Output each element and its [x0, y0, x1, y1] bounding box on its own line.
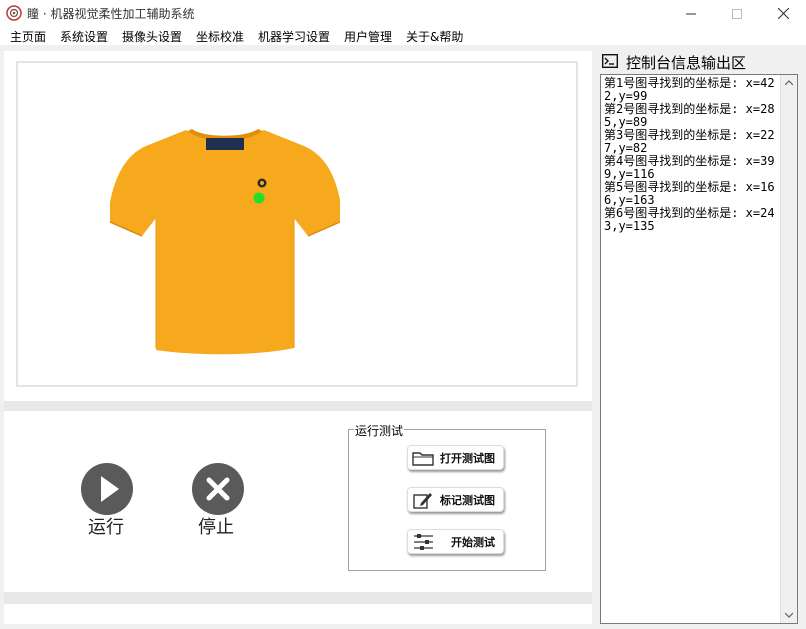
console-line: 第4号图寻找到的坐标是: x=399,y=116 — [604, 154, 775, 181]
console-output[interactable]: 第1号图寻找到的坐标是: x=422,y=99 第2号图寻找到的坐标是: x=2… — [600, 74, 798, 624]
console-line: 第2号图寻找到的坐标是: x=285,y=89 — [604, 102, 775, 129]
play-icon — [101, 476, 119, 502]
chevron-up-icon — [785, 80, 793, 86]
mark-test-image-button[interactable]: 标记测试图 — [407, 487, 504, 512]
tshirt-image — [109, 129, 341, 355]
window-title: 瞳 · 机器视觉柔性加工辅助系统 — [27, 7, 195, 21]
scroll-down-button[interactable] — [781, 607, 797, 623]
stop-label: 停止 — [198, 517, 234, 538]
open-test-image-label: 打开测试图 — [440, 452, 495, 465]
detected-point-marker — [253, 192, 265, 204]
close-button[interactable] — [760, 0, 806, 27]
sliders-icon — [414, 534, 433, 550]
stop-button[interactable] — [192, 463, 244, 515]
app-logo-icon — [6, 5, 22, 21]
menu-ml-settings[interactable]: 机器学习设置 — [258, 28, 330, 45]
menu-user-management[interactable]: 用户管理 — [344, 28, 392, 45]
console-line: 第6号图寻找到的坐标是: x=243,y=135 — [604, 206, 775, 233]
run-button[interactable] — [81, 463, 133, 515]
menu-system-settings[interactable]: 系统设置 — [60, 28, 108, 45]
start-test-button[interactable]: 开始测试 — [407, 529, 504, 554]
mark-test-image-label: 标记测试图 — [440, 494, 495, 507]
console-text: 第1号图寻找到的坐标是: x=422,y=99 第2号图寻找到的坐标是: x=2… — [604, 77, 782, 233]
title-bar: 瞳 · 机器视觉柔性加工辅助系统 — [0, 0, 806, 27]
edit-icon — [413, 493, 432, 509]
menu-coordinate-calibration[interactable]: 坐标校准 — [196, 28, 244, 45]
console-scrollbar[interactable] — [780, 75, 797, 623]
menu-camera-settings[interactable]: 摄像头设置 — [122, 28, 182, 45]
console-line: 第3号图寻找到的坐标是: x=227,y=82 — [604, 128, 775, 155]
scroll-up-button[interactable] — [781, 75, 797, 91]
start-test-label: 开始测试 — [451, 536, 495, 549]
minimize-icon — [686, 13, 696, 14]
main-window: 瞳 · 机器视觉柔性加工辅助系统 主页面 系统设置 摄像头设置 坐标校准 机器学… — [0, 0, 806, 629]
open-test-image-button[interactable]: 打开测试图 — [407, 445, 504, 470]
minimize-button[interactable] — [668, 0, 714, 27]
close-x-icon — [206, 477, 230, 501]
console-line: 第5号图寻找到的坐标是: x=166,y=163 — [604, 180, 775, 207]
maximize-icon — [732, 8, 742, 19]
terminal-icon — [602, 54, 618, 68]
bottom-panel — [4, 604, 592, 624]
close-icon — [777, 8, 789, 19]
menu-home[interactable]: 主页面 — [10, 28, 46, 45]
folder-icon — [412, 452, 434, 466]
console-title: 控制台信息输出区 — [626, 54, 747, 72]
menu-about-help[interactable]: 关于&帮助 — [406, 28, 463, 45]
console-header: 控制台信息输出区 — [598, 51, 806, 73]
maximize-button[interactable] — [714, 0, 760, 27]
run-label: 运行 — [88, 517, 124, 538]
test-group-title: 运行测试 — [354, 422, 405, 439]
chevron-down-icon — [785, 612, 793, 618]
menu-bar: 主页面 系统设置 摄像头设置 坐标校准 机器学习设置 用户管理 关于&帮助 — [0, 27, 806, 45]
console-line: 第1号图寻找到的坐标是: x=422,y=99 — [604, 76, 775, 103]
